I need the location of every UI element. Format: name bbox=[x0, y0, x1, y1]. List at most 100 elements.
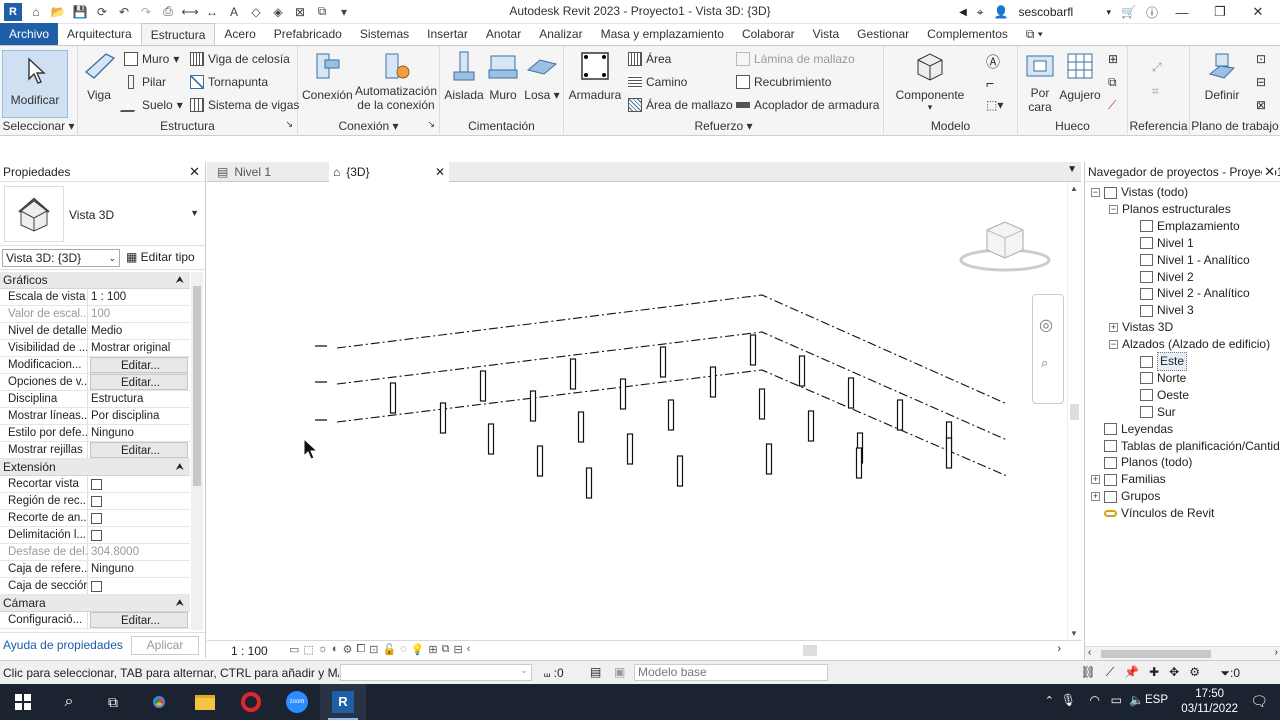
property-row[interactable]: Mostrar rejillas Editar... bbox=[0, 442, 190, 459]
structural-column[interactable] bbox=[798, 355, 806, 387]
properties-scrollbar[interactable] bbox=[191, 272, 203, 630]
switch-windows-icon[interactable]: ⧉ bbox=[314, 4, 330, 20]
open-icon[interactable]: 📂 bbox=[50, 4, 66, 20]
microphone-icon[interactable]: 🎙 bbox=[1061, 693, 1076, 707]
fabric-area-button[interactable]: Área de mallazo bbox=[628, 98, 733, 112]
design-options-icon[interactable]: ▤ bbox=[590, 665, 601, 679]
view-scale[interactable]: 1 : 100 bbox=[231, 644, 268, 658]
structural-column[interactable] bbox=[536, 445, 544, 477]
3d-view-icon[interactable]: ◇ bbox=[248, 4, 264, 20]
edit-type-button[interactable]: ▦ Editar tipo bbox=[126, 250, 195, 264]
wall-button[interactable]: Muro ▾ bbox=[124, 52, 179, 66]
ref-plane-icon[interactable]: ⊟ bbox=[1256, 75, 1266, 89]
tab-vista[interactable]: Vista bbox=[804, 23, 848, 45]
isolated-button[interactable]: Aislada bbox=[444, 50, 484, 102]
chevron-down-icon[interactable]: ▼ bbox=[190, 208, 199, 218]
sun-path-icon[interactable]: ☼ bbox=[318, 643, 328, 656]
property-value[interactable] bbox=[88, 476, 190, 492]
chevron-down-icon[interactable]: ▾ bbox=[1107, 7, 1112, 18]
edit-button[interactable]: Editar... bbox=[90, 374, 188, 390]
slab-button[interactable]: Losa ▾ bbox=[524, 50, 560, 102]
temp-hide-icon[interactable]: ◌ bbox=[400, 643, 407, 656]
shaft-button[interactable]: Agujero bbox=[1058, 50, 1102, 102]
modify-button[interactable]: Modificar bbox=[2, 50, 68, 118]
instance-dropdown[interactable]: Vista 3D: {3D} ⌄ bbox=[2, 249, 120, 267]
checkbox[interactable] bbox=[91, 479, 102, 490]
volume-icon[interactable]: 🔈 bbox=[1129, 693, 1144, 707]
property-value[interactable]: Ninguno bbox=[88, 425, 190, 441]
structural-column[interactable] bbox=[709, 366, 717, 398]
tab-masa[interactable]: Masa y emplazamiento bbox=[592, 23, 733, 45]
scroll-left-icon[interactable]: ‹ bbox=[467, 643, 471, 656]
collapse-icon[interactable]: − bbox=[1109, 204, 1118, 214]
unlock-view-icon[interactable]: 🔓 bbox=[382, 643, 396, 656]
chrome-icon[interactable] bbox=[136, 684, 182, 720]
tab-sistemas[interactable]: Sistemas bbox=[351, 23, 418, 45]
task-view-icon[interactable]: ⧉ bbox=[90, 684, 136, 720]
property-row[interactable]: Caja de refere... Ninguno bbox=[0, 561, 190, 578]
model-group-icon[interactable]: ⬚▾ bbox=[986, 98, 1003, 112]
property-row[interactable]: Estilo por defe... Ninguno bbox=[0, 425, 190, 442]
edit-button[interactable]: Editar... bbox=[90, 612, 188, 628]
scroll-thumb[interactable] bbox=[1070, 404, 1079, 420]
property-value[interactable]: 100 bbox=[88, 306, 190, 322]
search-icon[interactable]: ⌕ bbox=[46, 684, 92, 720]
steering-wheel-icon[interactable]: ◎ bbox=[1039, 315, 1053, 335]
property-row[interactable]: Caja de sección bbox=[0, 578, 190, 595]
tree-item[interactable]: Oeste bbox=[1127, 387, 1189, 404]
tree-item[interactable]: Nivel 2 - Analítico bbox=[1127, 285, 1250, 302]
structural-column[interactable] bbox=[389, 382, 397, 414]
structural-column[interactable] bbox=[585, 467, 593, 499]
property-value[interactable]: Estructura bbox=[88, 391, 190, 407]
structural-column[interactable] bbox=[667, 399, 675, 431]
section-graphics[interactable]: Gráficos ⮝ bbox=[0, 272, 190, 289]
property-row[interactable]: Opciones de v... Editar... bbox=[0, 374, 190, 391]
tab-colaborar[interactable]: Colaborar bbox=[733, 23, 804, 45]
property-value[interactable]: 304.8000 bbox=[88, 544, 190, 560]
model-text-icon[interactable]: Ⓐ bbox=[986, 52, 1000, 72]
by-face-button[interactable]: Por cara bbox=[1022, 50, 1058, 114]
analytical-model-icon[interactable]: ⊞ bbox=[428, 643, 437, 656]
grid-icon[interactable]: ⌗ bbox=[1152, 84, 1159, 99]
panel-title-structure[interactable]: Estructura ↘ bbox=[78, 119, 297, 133]
tree-item[interactable]: Vínculos de Revit bbox=[1091, 505, 1214, 522]
opera-icon[interactable] bbox=[228, 684, 274, 720]
property-row[interactable]: Delimitación l... bbox=[0, 527, 190, 544]
help-icon[interactable]: ⓘ bbox=[1146, 4, 1158, 21]
structural-column[interactable] bbox=[577, 411, 585, 443]
revit-taskbar-icon[interactable]: R bbox=[320, 684, 366, 720]
cart-icon[interactable]: 🛒 bbox=[1121, 5, 1136, 19]
property-row[interactable]: Visibilidad de ... Mostrar original bbox=[0, 340, 190, 357]
close-icon[interactable]: ✕ bbox=[189, 162, 200, 182]
show-workplane-icon[interactable]: ⊡ bbox=[1256, 52, 1266, 66]
tree-item[interactable]: − Alzados (Alzado de edificio) bbox=[1109, 336, 1270, 353]
design-option-dropdown[interactable]: Modelo base bbox=[634, 664, 828, 681]
structural-column[interactable] bbox=[945, 437, 953, 469]
render-icon[interactable]: ⚙ bbox=[343, 643, 353, 656]
properties-help-link[interactable]: Ayuda de propiedades bbox=[3, 638, 123, 652]
property-row[interactable]: Escala de vista 1 : 100 bbox=[0, 289, 190, 306]
measure-icon[interactable]: ⟷ bbox=[181, 4, 198, 20]
expand-icon[interactable]: + bbox=[1109, 323, 1118, 333]
constraints-icon[interactable]: ⊟ bbox=[454, 643, 463, 656]
structural-column[interactable] bbox=[765, 443, 773, 475]
property-value[interactable] bbox=[88, 578, 190, 594]
wall-opening-icon[interactable]: ⊞ bbox=[1108, 52, 1118, 66]
wall-foundation-button[interactable]: Muro bbox=[484, 50, 522, 102]
structural-column[interactable] bbox=[569, 358, 577, 390]
tree-item[interactable]: Emplazamiento bbox=[1127, 218, 1240, 235]
property-row[interactable]: Orientación bl... bbox=[0, 629, 190, 630]
property-value[interactable]: 1 : 100 bbox=[88, 289, 190, 305]
sync-icon[interactable]: ⟳ bbox=[94, 4, 110, 20]
structural-column[interactable] bbox=[659, 346, 667, 378]
zoom-icon[interactable]: ⌕ bbox=[1041, 355, 1048, 371]
undo-icon[interactable]: ↶ bbox=[116, 4, 132, 20]
structural-column[interactable] bbox=[855, 447, 863, 479]
property-row[interactable]: Disciplina Estructura bbox=[0, 391, 190, 408]
property-row[interactable]: Desfase de del... 304.8000 bbox=[0, 544, 190, 561]
property-value[interactable] bbox=[88, 493, 190, 509]
3d-view-canvas[interactable]: ◎ ⌕ ▲ ▼ bbox=[207, 182, 1081, 640]
redo-icon[interactable]: ↷ bbox=[138, 4, 154, 20]
property-row[interactable]: Mostrar líneas... Por disciplina bbox=[0, 408, 190, 425]
collapse-icon[interactable]: − bbox=[1109, 340, 1118, 350]
